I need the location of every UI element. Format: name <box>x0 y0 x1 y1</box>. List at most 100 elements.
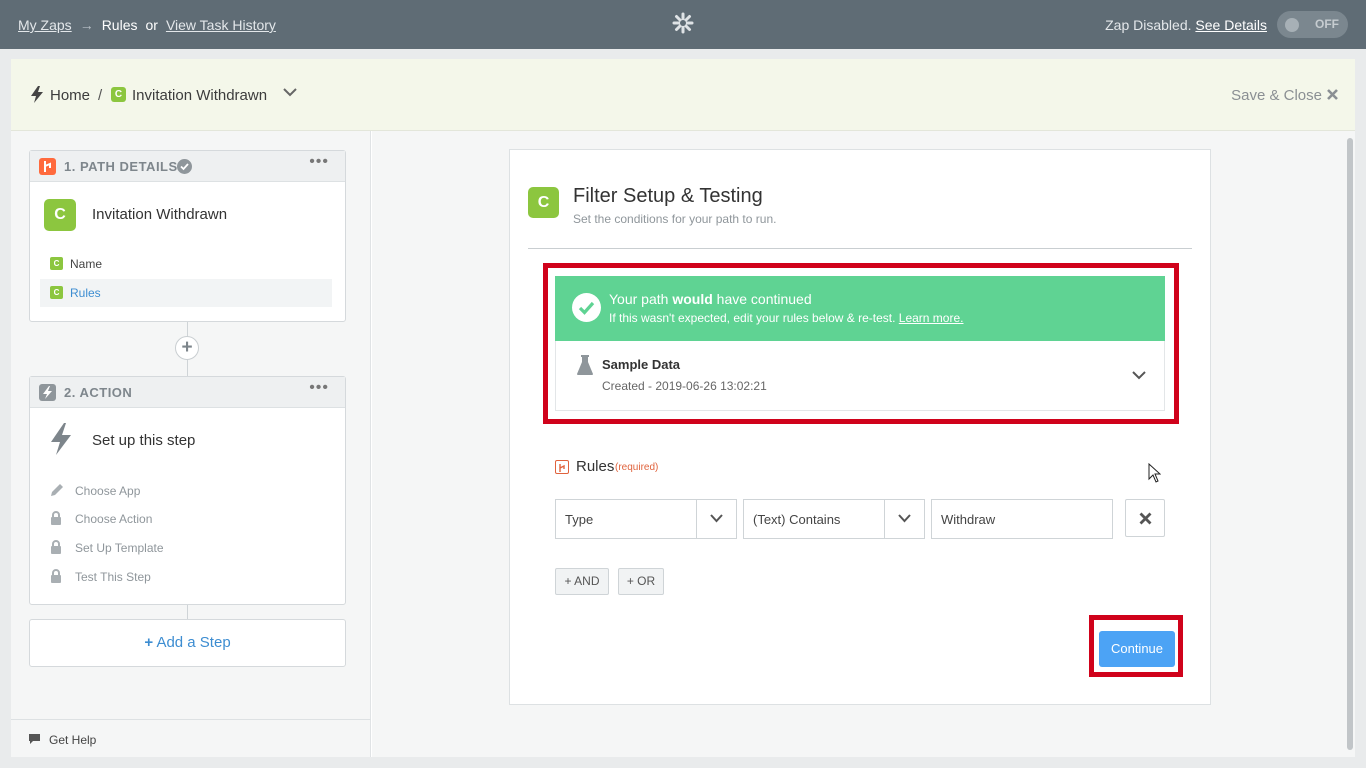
success-message: If this wasn't expected, edit your rules… <box>609 311 896 325</box>
breadcrumb: My Zaps → Rules or View Task History <box>18 17 276 33</box>
success-heading-post: have continued <box>712 291 812 307</box>
main-content: C Filter Setup & Testing Set the conditi… <box>372 131 1355 757</box>
bolt-icon <box>31 86 43 103</box>
lock-icon <box>51 569 61 583</box>
filter-setup-panel: C Filter Setup & Testing Set the conditi… <box>509 149 1211 705</box>
mouse-cursor-icon <box>1148 463 1161 483</box>
add-or-rule-button[interactable]: + OR <box>618 568 664 595</box>
zap-status: Zap Disabled. See Details <box>1105 17 1267 33</box>
chevron-down-icon[interactable] <box>283 88 297 97</box>
close-icon <box>1139 512 1152 525</box>
path-icon <box>555 460 569 474</box>
sample-data-title: Sample Data <box>602 357 681 372</box>
get-help-link[interactable]: Get Help <box>11 719 371 757</box>
success-banner: Your path would have continued If this w… <box>555 276 1165 341</box>
home-link[interactable]: Home <box>50 87 90 104</box>
sample-data-row[interactable]: Sample Data Created - 2019-06-26 13:02:2… <box>555 341 1165 411</box>
app-badge: C <box>111 87 126 102</box>
bolt-icon <box>39 384 56 401</box>
flask-icon <box>577 355 593 375</box>
my-zaps-link[interactable]: My Zaps <box>18 17 72 33</box>
step-title[interactable]: Set up this step <box>92 432 195 449</box>
toggle-knob <box>1285 18 1299 32</box>
rule-value-input[interactable]: Withdraw <box>931 499 1113 539</box>
scrollbar[interactable] <box>1347 138 1353 750</box>
header-separator: / <box>98 87 103 104</box>
step-card-header: 2. ACTION ••• <box>30 377 345 408</box>
view-task-history-link[interactable]: View Task History <box>166 17 276 33</box>
success-heading-pre: Your path <box>609 291 673 307</box>
breadcrumb-current: Rules <box>101 17 138 33</box>
app-badge-small: C <box>50 286 63 299</box>
step-card-title: 2. ACTION <box>64 385 133 400</box>
zap-status-text: Zap Disabled. <box>1105 17 1192 33</box>
add-step-label: Add a Step <box>156 634 231 651</box>
continue-button[interactable]: Continue <box>1099 631 1175 667</box>
chevron-down-icon <box>898 514 911 523</box>
check-circle-icon <box>572 293 601 322</box>
zap-name[interactable]: Invitation Withdrawn <box>132 87 267 104</box>
step-title[interactable]: Invitation Withdrawn <box>92 206 227 223</box>
step-card-path-details: 1. PATH DETAILS ••• C Invitation Withdra… <box>29 150 346 322</box>
step-card-header: 1. PATH DETAILS ••• <box>30 151 345 182</box>
step-menu-button[interactable]: ••• <box>309 379 329 397</box>
lock-icon <box>51 511 61 525</box>
check-circle-icon <box>177 159 192 174</box>
success-heading-bold: would <box>672 291 713 307</box>
app-badge-small: C <box>50 257 63 270</box>
success-text: If this wasn't expected, edit your rules… <box>609 311 963 325</box>
breadcrumb-arrow: → <box>79 17 94 33</box>
toggle-label: OFF <box>1315 17 1339 31</box>
sidebar-item-label: Name <box>70 257 103 271</box>
rule-field-select[interactable]: Type <box>555 499 737 539</box>
panel-title: Filter Setup & Testing <box>573 185 763 207</box>
zapier-logo-icon[interactable] <box>672 12 694 34</box>
plus-icon: + <box>144 634 154 651</box>
see-details-link[interactable]: See Details <box>1195 17 1267 33</box>
lock-icon <box>51 540 61 554</box>
add-step-button[interactable]: + Add a Step <box>29 619 346 667</box>
dropdown-toggle[interactable] <box>884 500 924 538</box>
sidebar-item-label: Rules <box>70 286 101 300</box>
sidebar-item-label: Set Up Template <box>75 541 164 555</box>
close-icon[interactable] <box>1327 89 1338 100</box>
chevron-down-icon[interactable] <box>1132 371 1146 380</box>
rule-condition-value: (Text) Contains <box>753 512 841 527</box>
panel-subtitle: Set the conditions for your path to run. <box>573 212 777 226</box>
sidebar-item-rules[interactable]: C Rules <box>40 279 332 307</box>
sample-data-created: Created - 2019-06-26 13:02:21 <box>602 379 767 393</box>
chat-bubble-icon <box>29 734 40 744</box>
sidebar: 1. PATH DETAILS ••• C Invitation Withdra… <box>11 131 371 757</box>
get-help-label: Get Help <box>49 733 97 747</box>
app-badge: C <box>44 199 76 231</box>
save-close-button[interactable]: Save & Close <box>1231 87 1322 104</box>
sidebar-item-name[interactable]: C Name <box>40 250 332 278</box>
dropdown-toggle[interactable] <box>696 500 736 538</box>
remove-rule-button[interactable] <box>1125 499 1165 537</box>
path-icon <box>39 158 56 175</box>
step-card-title: 1. PATH DETAILS <box>64 159 178 174</box>
sidebar-item-label: Choose Action <box>75 512 153 526</box>
top-bar: My Zaps → Rules or View Task History Zap… <box>0 0 1366 49</box>
rule-condition-select[interactable]: (Text) Contains <box>743 499 925 539</box>
app-badge: C <box>528 187 559 218</box>
sidebar-item-label: Test This Step <box>75 570 151 584</box>
rules-label: Rules <box>576 458 615 475</box>
editor-frame: Home / C Invitation Withdrawn Save & Clo… <box>11 59 1355 757</box>
required-label: (required) <box>615 462 659 473</box>
sidebar-item-label: Choose App <box>75 484 141 498</box>
pencil-icon <box>51 484 63 496</box>
add-and-rule-button[interactable]: + AND <box>555 568 609 595</box>
zap-on-off-toggle[interactable]: OFF <box>1277 11 1348 38</box>
add-step-between-button[interactable]: + <box>175 336 199 360</box>
success-heading: Your path would have continued <box>609 291 812 307</box>
breadcrumb-or: or <box>145 17 158 33</box>
step-menu-button[interactable]: ••• <box>309 153 329 171</box>
divider <box>528 248 1192 249</box>
rule-field-value: Type <box>565 512 594 527</box>
bolt-icon <box>51 423 71 455</box>
editor-header: Home / C Invitation Withdrawn Save & Clo… <box>11 59 1355 131</box>
step-card-action: 2. ACTION ••• Set up this step Choose Ap… <box>29 376 346 605</box>
chevron-down-icon <box>710 514 723 523</box>
learn-more-link[interactable]: Learn more. <box>899 311 964 325</box>
